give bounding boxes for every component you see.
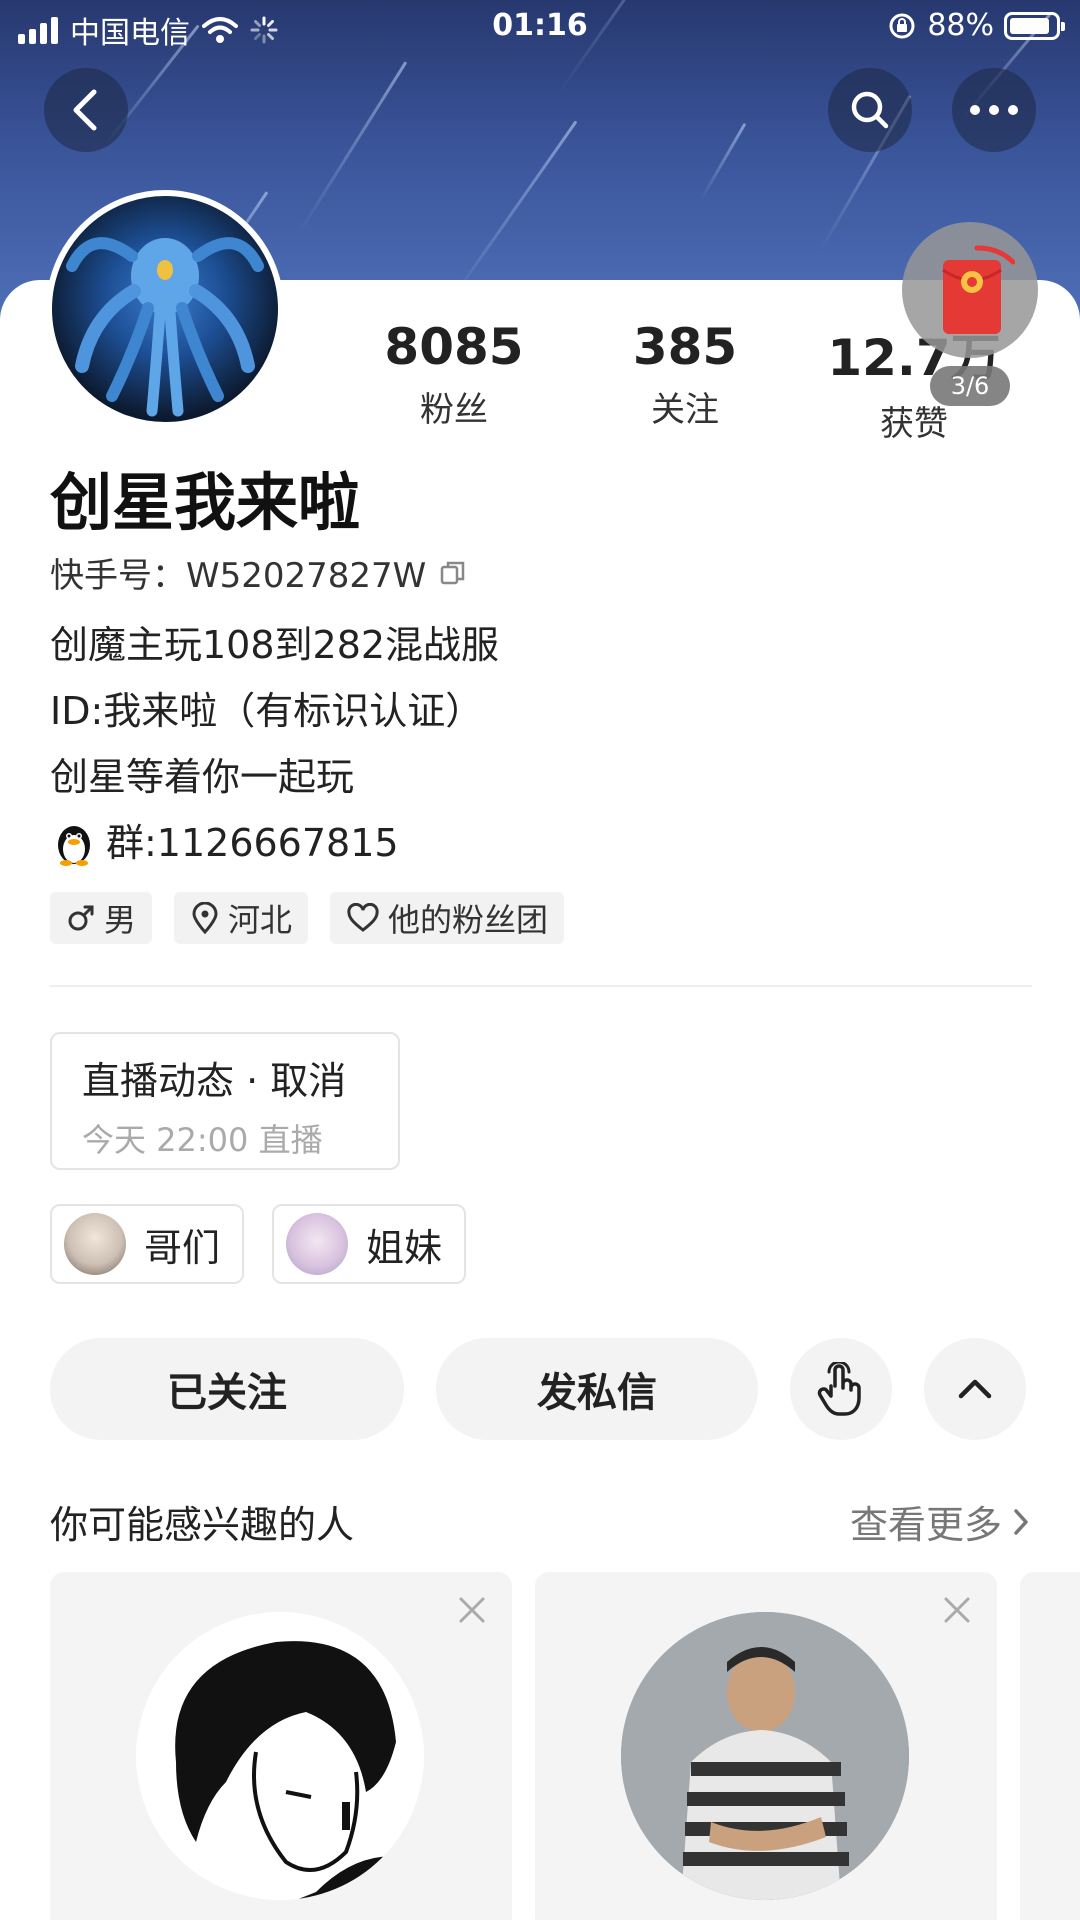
group-label: 哥们 (144, 1225, 221, 1270)
bio-line: 创魔主玩108到282混战服 (50, 623, 500, 667)
profile-name: 创星我来啦 (50, 466, 361, 539)
group-chip-brothers[interactable]: 哥们 (50, 1204, 245, 1284)
recommend-title: 你可能感兴趣的人 (50, 1503, 355, 1547)
bio-line-group: 群:1126667815 (50, 810, 499, 876)
bio-line: 创星等着你一起玩 (50, 755, 355, 799)
octopus-emblem-icon (66, 237, 264, 417)
bio-line-text: 群:1126667815 (106, 821, 399, 865)
recommend-card[interactable] (535, 1572, 997, 1920)
profile-tags: 男 河北 他的粉丝团 (50, 892, 565, 944)
stat-fans[interactable]: 8085 粉丝 (344, 318, 564, 431)
anime-portrait-icon (175, 1641, 424, 1900)
recommend-avatar (136, 1612, 424, 1900)
tag-location: 河北 (174, 892, 309, 944)
see-more-link[interactable]: 查看更多 (850, 1494, 1030, 1549)
divider (50, 985, 1032, 987)
recommend-card[interactable] (50, 1572, 512, 1920)
chevron-up-icon (958, 1379, 992, 1399)
fan-groups: 哥们 姐妹 (50, 1204, 467, 1284)
more-button[interactable] (952, 68, 1036, 152)
kuaishou-id: 快手号：W52027827W (50, 548, 468, 597)
group-label: 姐妹 (366, 1225, 443, 1270)
stat-value: 8085 (384, 318, 524, 376)
message-button[interactable]: 发私信 (436, 1338, 758, 1440)
person-photo-icon (621, 1612, 909, 1900)
profile-avatar[interactable] (46, 190, 284, 428)
close-icon (944, 1597, 970, 1623)
poke-button[interactable] (790, 1338, 892, 1440)
close-icon (459, 1597, 485, 1623)
dismiss-button[interactable] (943, 1596, 971, 1628)
red-packet-button[interactable] (902, 222, 1038, 358)
group-avatar (64, 1213, 126, 1275)
stat-label: 粉丝 (420, 390, 488, 430)
live-schedule-card[interactable]: 直播动态 · 取消 今天 22:00 直播 (50, 1032, 400, 1170)
follow-button[interactable]: 已关注 (50, 1338, 404, 1440)
kuaishou-id-value: W52027827W (186, 556, 427, 596)
see-more-label: 查看更多 (849, 1503, 1002, 1547)
penguin-icon (58, 826, 90, 866)
profile-actions: 已关注 发私信 (50, 1338, 1026, 1440)
chevron-left-icon (73, 89, 97, 131)
more-dots-icon (970, 105, 1018, 115)
stat-label: 关注 (651, 390, 719, 430)
live-subtitle: 今天 22:00 直播 (82, 1121, 323, 1159)
orientation-lock-icon (889, 13, 915, 38)
group-avatar (286, 1213, 349, 1275)
location-icon (192, 902, 218, 934)
heart-icon (347, 903, 379, 932)
status-bar: 中国电信 01:16 88% (0, 0, 1080, 54)
bio-line: ID:我来啦（有标识认证） (50, 689, 484, 733)
stat-following[interactable]: 385 关注 (575, 318, 795, 431)
tag-label: 男 (104, 901, 137, 939)
red-packet-icon (942, 245, 1015, 334)
tag-label: 河北 (228, 901, 293, 939)
group-chip-sisters[interactable]: 姐妹 (272, 1204, 467, 1284)
live-title: 直播动态 · 取消 (82, 1059, 347, 1103)
dismiss-button[interactable] (458, 1596, 486, 1628)
recommend-card-partial[interactable] (1020, 1572, 1080, 1920)
tag-label: 他的粉丝团 (388, 901, 549, 939)
copy-icon[interactable] (438, 558, 468, 588)
search-button[interactable] (828, 68, 912, 152)
red-packet-progress: 3/6 (930, 366, 1010, 406)
tag-fan-club[interactable]: 他的粉丝团 (330, 892, 565, 944)
profile-bio: 创魔主玩108到282混战服 ID:我来啦（有标识认证） 创星等着你一起玩 群:… (50, 612, 499, 876)
chevron-right-icon (1014, 1508, 1028, 1535)
recommend-avatar (621, 1612, 909, 1900)
collapse-button[interactable] (924, 1338, 1026, 1440)
stat-value: 385 (632, 318, 738, 376)
male-icon (68, 905, 94, 931)
kuaishou-id-label: 快手号： (50, 556, 186, 596)
tap-hand-icon (817, 1362, 861, 1416)
back-button[interactable] (44, 68, 128, 152)
tag-gender: 男 (50, 892, 153, 944)
search-icon (851, 91, 889, 129)
battery-icon (1004, 11, 1065, 40)
battery-percent: 88% (927, 8, 994, 43)
